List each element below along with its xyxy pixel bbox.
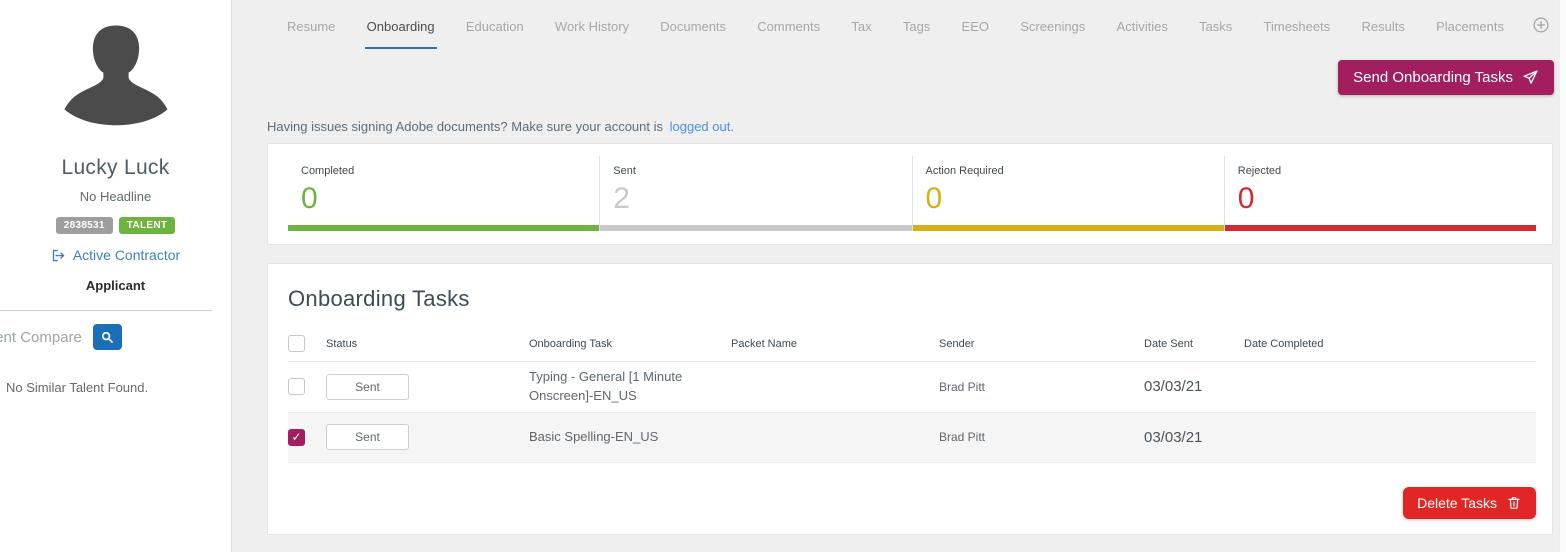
table-row: ✓ Sent Basic Spelling-EN_US Brad Pitt 03/03/…	[288, 412, 1536, 463]
tab-work-history[interactable]: Work History	[553, 2, 631, 49]
stat-label: Sent	[613, 165, 636, 177]
trash-icon	[1508, 497, 1520, 509]
stat-label: Action Required	[925, 165, 1004, 177]
stat-value: 0	[925, 182, 943, 215]
tab-comments[interactable]: Comments	[755, 2, 822, 49]
app-root: Lucky Luck No Headline 2838531 TALENT Ac…	[0, 0, 1566, 552]
tab-placements[interactable]: Placements	[1434, 2, 1506, 49]
active-contractor-label: Active Contractor	[72, 247, 181, 263]
stat-action-required: Action Required 0	[911, 156, 1224, 231]
tab-resume[interactable]: Resume	[285, 2, 337, 49]
delete-tasks-button[interactable]: Delete Tasks	[1403, 487, 1536, 519]
add-tab-icon[interactable]	[1532, 16, 1550, 34]
badge-row: 2838531 TALENT	[55, 217, 176, 234]
sender-name: Brad Pitt	[939, 430, 986, 445]
tab-activities[interactable]: Activities	[1115, 2, 1170, 49]
stat-value: 2	[613, 182, 630, 215]
column-header-onboarding-task: Onboarding Task	[529, 337, 612, 350]
tab-tags[interactable]: Tags	[901, 2, 932, 49]
tab-tax[interactable]: Tax	[849, 2, 873, 49]
column-header-status: Status	[326, 337, 358, 350]
stats-row: Completed 0 Sent 2 Action Required 0 Rejected 0	[288, 156, 1536, 231]
main-content: Resume Onboarding Education Work History Doc…	[233, 0, 1566, 552]
tab-tasks[interactable]: Tasks	[1197, 2, 1234, 49]
profile-sidebar: Lucky Luck No Headline 2838531 TALENT Ac…	[0, 0, 232, 552]
sender-name: Brad Pitt	[939, 379, 986, 394]
no-similar-talent-text: No Similar Talent Found.	[6, 380, 149, 395]
tab-bar: Resume Onboarding Education Work History Doc…	[233, 0, 1566, 50]
stat-sent: Sent 2	[599, 156, 912, 231]
row-checkbox[interactable]	[288, 378, 305, 396]
send-onboarding-tasks-label: Send Onboarding Tasks	[1353, 69, 1513, 86]
tab-results[interactable]: Results	[1359, 2, 1406, 49]
checkbox-cell: ✓	[288, 428, 326, 446]
talent-name: Lucky Luck	[61, 156, 170, 179]
table-header: Status Onboarding Task Packet Name Sender Da…	[288, 326, 1536, 362]
stat-bar	[912, 225, 1224, 231]
column-header-packet-name: Packet Name	[731, 337, 798, 350]
talent-compare-row: Talent Compare	[0, 324, 122, 350]
tab-onboarding[interactable]: Onboarding	[364, 2, 437, 49]
active-contractor-link[interactable]: Active Contractor	[51, 247, 180, 263]
tab-screenings[interactable]: Screenings	[1018, 2, 1087, 49]
tab-list: Resume Onboarding Education Work History Doc…	[285, 2, 1506, 49]
stat-label: Rejected	[1237, 165, 1282, 177]
sidebar-divider	[0, 310, 212, 311]
date-sent: 03/03/21	[1144, 428, 1203, 446]
talent-id-badge: 2838531	[55, 217, 113, 234]
talent-role: Applicant	[85, 278, 146, 293]
talent-type-badge: TALENT	[118, 217, 176, 234]
adobe-notice: Having issues signing Adobe documents? M…	[267, 119, 734, 134]
select-all-cell	[288, 335, 326, 352]
adobe-notice-text: Having issues signing Adobe documents? M…	[267, 119, 663, 134]
search-icon	[102, 331, 114, 343]
onboarding-stats-card: Completed 0 Sent 2 Action Required 0 Rejected 0	[267, 143, 1553, 245]
onboarding-tasks-card: Onboarding Tasks Status Onboarding Task Pa…	[267, 263, 1553, 535]
tab-education[interactable]: Education	[464, 2, 526, 49]
send-onboarding-tasks-button[interactable]: Send Onboarding Tasks	[1338, 60, 1554, 95]
tab-documents[interactable]: Documents	[658, 2, 728, 49]
delete-tasks-label: Delete Tasks	[1417, 495, 1497, 511]
send-icon	[1523, 70, 1538, 84]
status-button[interactable]: Sent	[326, 424, 409, 451]
task-name: Basic Spelling-EN_US	[529, 428, 659, 444]
stat-rejected: Rejected 0	[1223, 156, 1536, 231]
stat-completed: Completed 0	[288, 156, 600, 231]
stat-bar	[288, 225, 600, 231]
row-checkbox[interactable]: ✓	[288, 428, 305, 446]
scrollbar[interactable]	[1559, 0, 1566, 552]
column-header-sender: Sender	[939, 337, 975, 350]
status-cell: Sent	[326, 424, 529, 451]
table-body: Sent Typing - General [1 Minute Onscreen]…	[288, 362, 1536, 463]
avatar	[53, 12, 179, 144]
status-cell: Sent	[326, 373, 529, 400]
logged-out-link[interactable]: logged out.	[670, 119, 734, 134]
onboarding-tasks-table: Status Onboarding Task Packet Name Sender Da…	[288, 326, 1536, 463]
date-sent: 03/03/21	[1144, 378, 1203, 396]
select-all-checkbox[interactable]	[288, 335, 305, 352]
tab-timesheets[interactable]: Timesheets	[1262, 2, 1333, 49]
talent-compare-label: Talent Compare	[0, 328, 82, 346]
status-button[interactable]: Sent	[326, 373, 409, 400]
section-title: Onboarding Tasks	[288, 286, 470, 311]
column-header-date-sent: Date Sent	[1144, 337, 1193, 350]
exit-arrow-icon	[52, 249, 64, 261]
talent-headline: No Headline	[79, 189, 152, 204]
tab-eeo[interactable]: EEO	[960, 2, 991, 49]
task-name: Typing - General [1 Minute Onscreen]-EN_…	[529, 369, 683, 403]
stat-bar	[1224, 225, 1536, 231]
stat-label: Completed	[301, 165, 355, 177]
stat-value: 0	[301, 182, 318, 215]
stat-value: 0	[1237, 182, 1255, 215]
talent-compare-search-button[interactable]	[92, 324, 122, 350]
stat-bar	[600, 225, 912, 231]
column-header-date-completed: Date Completed	[1244, 337, 1324, 350]
table-row: Sent Typing - General [1 Minute Onscreen]…	[288, 362, 1536, 413]
checkbox-cell	[288, 378, 326, 396]
